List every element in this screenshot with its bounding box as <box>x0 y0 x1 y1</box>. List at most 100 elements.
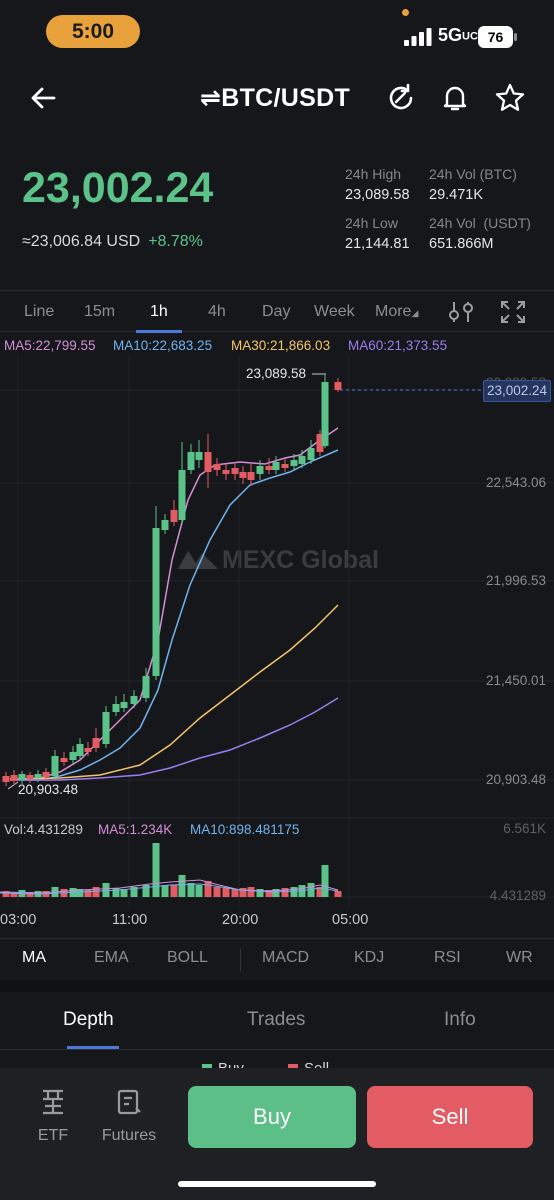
indicator-rsi[interactable]: RSI <box>434 949 461 967</box>
usd-equivalent: ≈23,006.84 USD +8.78% <box>22 233 203 251</box>
volume-axis-top: 6.561K <box>503 821 546 836</box>
indicator-kdj[interactable]: KDJ <box>354 949 384 967</box>
candle-body <box>239 472 247 478</box>
candle-body <box>195 452 203 460</box>
ma30-legend: MA30:21,866.03 <box>231 338 331 353</box>
ma10-legend: MA10:22,683.25 <box>113 338 213 353</box>
trading-pair-title[interactable]: ⇌BTC/USDT <box>200 83 350 113</box>
volume-bar <box>239 888 247 897</box>
candle-body <box>120 702 128 708</box>
volume-bar <box>178 875 186 897</box>
futures-label: Futures <box>101 1127 157 1144</box>
axis-price-5: 20,903.48 <box>485 772 546 787</box>
candle-body <box>187 452 195 470</box>
high-marker-label: 23,089.58 <box>246 366 307 381</box>
candle-body <box>161 520 169 530</box>
tab-15m[interactable]: 15m <box>84 303 115 321</box>
indicator-wr[interactable]: WR <box>506 949 533 967</box>
current-price-tag: 23,002.24 <box>483 380 551 402</box>
refresh-icon[interactable] <box>385 82 417 114</box>
tab-week[interactable]: Week <box>314 303 355 321</box>
bell-icon[interactable] <box>439 82 471 114</box>
tab-info[interactable]: Info <box>444 1009 476 1031</box>
tab-trades[interactable]: Trades <box>247 1009 305 1031</box>
time-label-2: 11:00 <box>112 912 148 928</box>
back-arrow-icon[interactable] <box>28 82 60 114</box>
volume-bar <box>195 885 203 897</box>
futures-button[interactable]: Futures <box>99 1088 159 1145</box>
etf-label: ETF <box>37 1127 69 1144</box>
etf-button[interactable]: ETF <box>36 1088 70 1145</box>
volume-bar <box>213 887 221 897</box>
tab-more-label: More <box>375 303 412 320</box>
stat-24h-vol-btc-value: 29.471K <box>429 187 484 203</box>
candle-body <box>84 748 92 752</box>
battery-level: 76 <box>488 29 504 45</box>
volume-bar <box>187 883 195 897</box>
stat-24h-vol-btc-label: 24h Vol (BTC) <box>429 166 517 182</box>
volume-value: Vol:4.431289 <box>4 822 83 837</box>
candle-body <box>42 772 50 777</box>
tab-1h[interactable]: 1h <box>150 303 168 321</box>
favorite-star-icon[interactable] <box>494 82 526 114</box>
buy-button[interactable]: Buy <box>188 1086 356 1148</box>
candle-body <box>112 704 120 712</box>
fullscreen-icon[interactable] <box>500 300 526 324</box>
candle-body <box>231 468 239 474</box>
volume-bar <box>152 843 160 897</box>
candle-body <box>69 752 77 760</box>
etf-icon <box>43 1089 63 1115</box>
stat-24h-vol-usdt-label: 24h Vol (USDT) <box>429 215 531 231</box>
candle-body <box>142 676 150 698</box>
candle-body <box>334 382 342 390</box>
volume-legend: Vol:4.431289 <box>4 822 83 837</box>
home-indicator <box>178 1181 376 1187</box>
candle-body <box>222 470 230 474</box>
candle-body <box>170 510 178 522</box>
stat-24h-high-value: 23,089.58 <box>345 187 410 203</box>
volume-bar <box>102 883 110 897</box>
tab-4h[interactable]: 4h <box>208 303 226 321</box>
status-time: 5:00 <box>46 15 140 48</box>
low-marker-label: 20,903.48 <box>18 782 79 797</box>
indicator-macd[interactable]: MACD <box>262 949 309 967</box>
volume-ma10: MA10:898.481175 <box>190 822 300 837</box>
tab-line[interactable]: Line <box>24 303 54 321</box>
indicator-settings-icon[interactable] <box>448 300 474 324</box>
tab-depth[interactable]: Depth <box>63 1009 114 1031</box>
axis-price-4: 21,450.01 <box>485 673 546 688</box>
market-detail-tabs: Depth Trades Info <box>0 992 554 1050</box>
candle-body <box>321 382 329 446</box>
stat-24h-low-value: 21,144.81 <box>345 236 410 252</box>
tab-more[interactable]: More◢ <box>375 303 418 321</box>
candle-body <box>204 452 212 472</box>
time-label-3: 20:00 <box>222 912 259 928</box>
bottom-action-bar: ETF Futures Buy Sell <box>0 1068 554 1200</box>
time-label-4: 05:00 <box>332 912 369 928</box>
candle-body <box>265 466 273 470</box>
cellular-signal-icon <box>404 28 432 46</box>
volume-bar <box>290 887 298 897</box>
indicator-divider <box>240 949 241 971</box>
volume-bar <box>92 887 100 897</box>
candle-body <box>152 528 160 676</box>
volume-bar <box>170 885 178 897</box>
candle-body <box>26 775 34 779</box>
sell-button[interactable]: Sell <box>367 1086 533 1148</box>
ma5-legend: MA5:22,799.55 <box>4 338 96 353</box>
indicator-ema[interactable]: EMA <box>94 949 129 967</box>
candle-body <box>290 460 298 466</box>
candle-body <box>298 456 306 464</box>
volume-bar <box>222 888 230 897</box>
volume-ma5: MA5:1.234K <box>98 822 173 837</box>
volume-bar <box>112 888 120 897</box>
tab-day[interactable]: Day <box>262 303 290 321</box>
indicator-ma[interactable]: MA <box>22 949 46 967</box>
indicator-boll[interactable]: BOLL <box>167 949 208 967</box>
privacy-indicator-dot <box>402 9 409 16</box>
network-type: 5GUC <box>438 25 478 45</box>
candle-body <box>34 774 42 778</box>
active-tab-underline <box>136 330 182 333</box>
candle-body <box>247 472 255 480</box>
price-change-percent: +8.78% <box>148 233 203 250</box>
